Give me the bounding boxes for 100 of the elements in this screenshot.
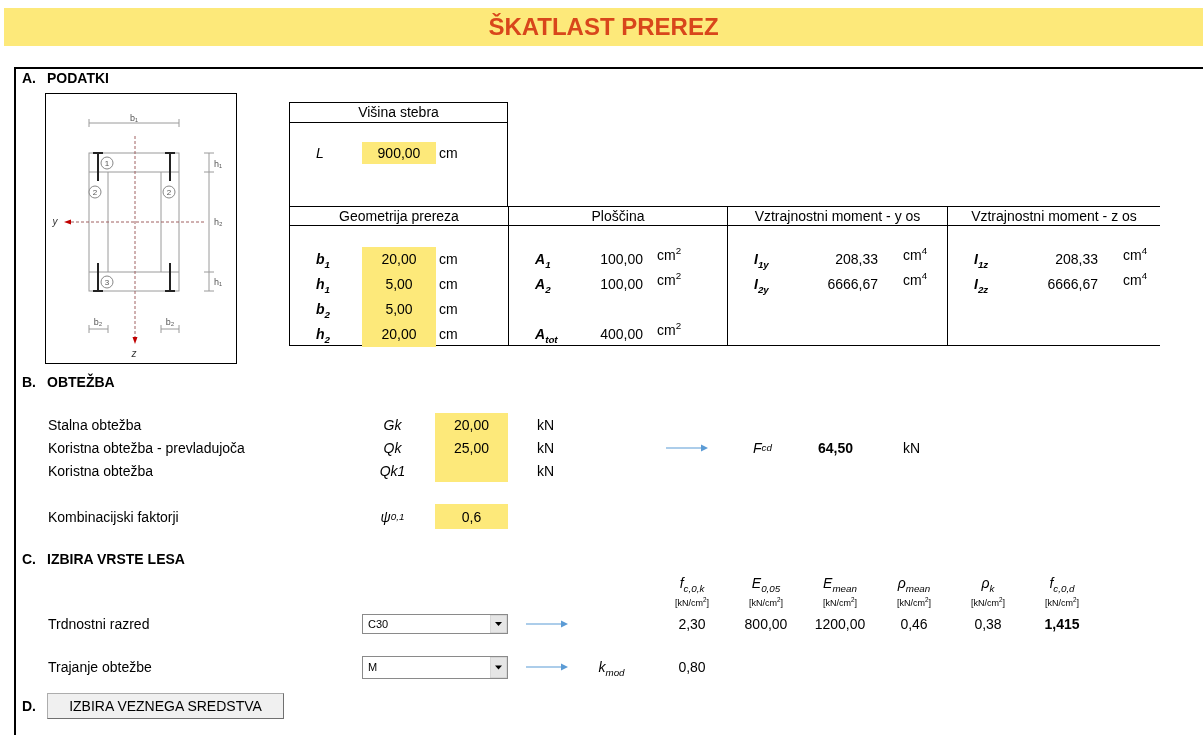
value-text: 208,33	[1054, 250, 1098, 269]
section-heading: OBTEŽBA	[47, 374, 115, 390]
axis-label: z	[131, 348, 137, 359]
part-number: 3	[104, 278, 110, 287]
part-number: 2	[166, 188, 172, 197]
variable-symbol: f$_{c,0,k}$	[678, 575, 706, 591]
unit-label: cm$^{2}$	[656, 322, 683, 340]
section-letter: B.	[22, 374, 37, 390]
section-letter: D.	[22, 698, 37, 714]
dropdown-button[interactable]	[490, 615, 507, 633]
variable-symbol: h$_{2}$	[315, 325, 331, 347]
row-label: Trajanje obtežbe	[48, 659, 153, 675]
variable-symbol: A$_{tot}$	[534, 325, 559, 347]
unit-label: [kN/cm$^{2}$]	[896, 598, 932, 608]
unit-label: cm$^{2}$	[656, 272, 683, 290]
value-text: 0,46	[899, 616, 929, 632]
column-header: Vztrajnostni moment - z os	[947, 206, 1160, 226]
row-label: Koristna obtežba	[48, 461, 155, 481]
variable-symbol: L	[315, 144, 325, 163]
variable-symbol: Qk1	[378, 461, 407, 481]
variable-symbol: f$_{c,0,d}$	[1048, 575, 1076, 591]
input-field[interactable]: 25,00	[435, 436, 508, 459]
part-number: 2	[92, 188, 98, 197]
unit-label: kN	[536, 461, 556, 481]
page-title: ŠKATLAST PREREZ	[488, 13, 719, 41]
arrow	[526, 619, 568, 629]
unit-label: cm	[438, 144, 459, 163]
dimension-label: h₁	[214, 277, 223, 287]
unit-label: cm	[438, 300, 459, 319]
input-field[interactable]: 5,00	[362, 272, 436, 297]
dimension-label: b₂	[165, 317, 175, 327]
variable-symbol: I$_{2z}$	[973, 275, 990, 297]
arrow	[665, 442, 708, 453]
dropdown[interactable]: C30	[362, 614, 508, 634]
input-field[interactable]: 0,6	[435, 504, 508, 529]
variable-symbol: b$_{2}$	[315, 300, 331, 322]
unit-label: [kN/cm$^{2}$]	[748, 598, 784, 608]
unit-label: [kN/cm$^{2}$]	[822, 598, 858, 608]
input-field[interactable]: 20,00	[362, 322, 436, 347]
unit-label: cm$^{2}$	[656, 247, 683, 265]
section-heading: PODATKI	[47, 70, 109, 86]
input-field[interactable]: 900,00	[362, 142, 436, 164]
variable-symbol: E$_{0,05}$	[750, 575, 782, 591]
column-header: Ploščina	[508, 206, 727, 226]
axis-label: y	[52, 216, 58, 227]
input-field[interactable]: 20,00	[435, 413, 508, 436]
row-label: Stalna obtežba	[48, 415, 143, 435]
value-text: 0,38	[973, 616, 1003, 632]
variable-symbol: I$_{2y}$	[753, 275, 770, 297]
value-text: 100,00	[599, 275, 643, 294]
value-text: 6666,67	[826, 275, 878, 294]
variable-symbol: k$_{mod}$	[597, 659, 626, 675]
value-text: 64,50	[816, 438, 854, 458]
unit-label: kN	[536, 415, 556, 435]
value-text: 208,33	[834, 250, 878, 269]
arrow	[526, 662, 568, 672]
variable-symbol: h$_{1}$	[315, 275, 331, 297]
section-letter: A.	[22, 70, 37, 86]
input-field[interactable]: 20,00	[362, 247, 436, 272]
unit-label: cm$^{4}$	[1122, 272, 1149, 290]
value-text: 1,415	[1043, 616, 1081, 632]
variable-symbol: ρ$_{mean}$	[896, 575, 932, 591]
value-text: 400,00	[599, 325, 643, 344]
variable-symbol: ρ$_{k}$	[980, 575, 996, 591]
variable-symbol: I$_{1z}$	[973, 250, 990, 272]
dimension-label: h₁	[214, 159, 223, 169]
part-number: 1	[104, 159, 110, 168]
value-text: 0,80	[677, 659, 707, 675]
value-text: 6666,67	[1046, 275, 1098, 294]
column-header: Višina stebra	[289, 102, 508, 123]
input-field[interactable]: 5,00	[362, 297, 436, 322]
dimension-label: h₂	[214, 217, 223, 227]
unit-label: [kN/cm$^{2}$]	[674, 598, 710, 608]
dropdown[interactable]: M	[362, 655, 508, 679]
input-field[interactable]	[435, 459, 508, 482]
variable-symbol: b$_{1}$	[315, 250, 331, 272]
macro-button[interactable]: IZBIRA VEZNEGA SREDSTVA	[47, 693, 284, 719]
variable-symbol: Qk	[382, 438, 403, 458]
unit-label: cm$^{4}$	[1122, 247, 1149, 265]
unit-label: cm$^{4}$	[902, 272, 929, 290]
unit-label: kN	[902, 438, 922, 458]
unit-label: cm	[438, 275, 459, 294]
unit-label: cm$^{4}$	[902, 247, 929, 265]
variable-symbol: E$_{mean}$	[822, 575, 858, 591]
unit-label: cm	[438, 250, 459, 269]
dimension-label: b₁	[130, 113, 138, 123]
column-header: Vztrajnostni moment - y os	[727, 206, 947, 226]
unit-label: [kN/cm$^{2}$]	[970, 598, 1006, 608]
value-text: 1200,00	[813, 616, 867, 632]
row-label: Kombinacijski faktorji	[48, 507, 180, 527]
value-text: 800,00	[743, 616, 789, 632]
row-label: Trdnostni razred	[48, 616, 151, 632]
section-heading: IZBIRA VRSTE LESA	[47, 551, 185, 567]
variable-symbol: A$_{1}$	[534, 250, 552, 272]
section-letter: C.	[22, 551, 37, 567]
value-text: 2,30	[677, 616, 707, 632]
dropdown-button[interactable]	[490, 656, 507, 678]
value-text: 100,00	[599, 250, 643, 269]
variable-symbol: Gk	[382, 415, 403, 435]
variable-symbol: A$_{2}$	[534, 275, 552, 297]
